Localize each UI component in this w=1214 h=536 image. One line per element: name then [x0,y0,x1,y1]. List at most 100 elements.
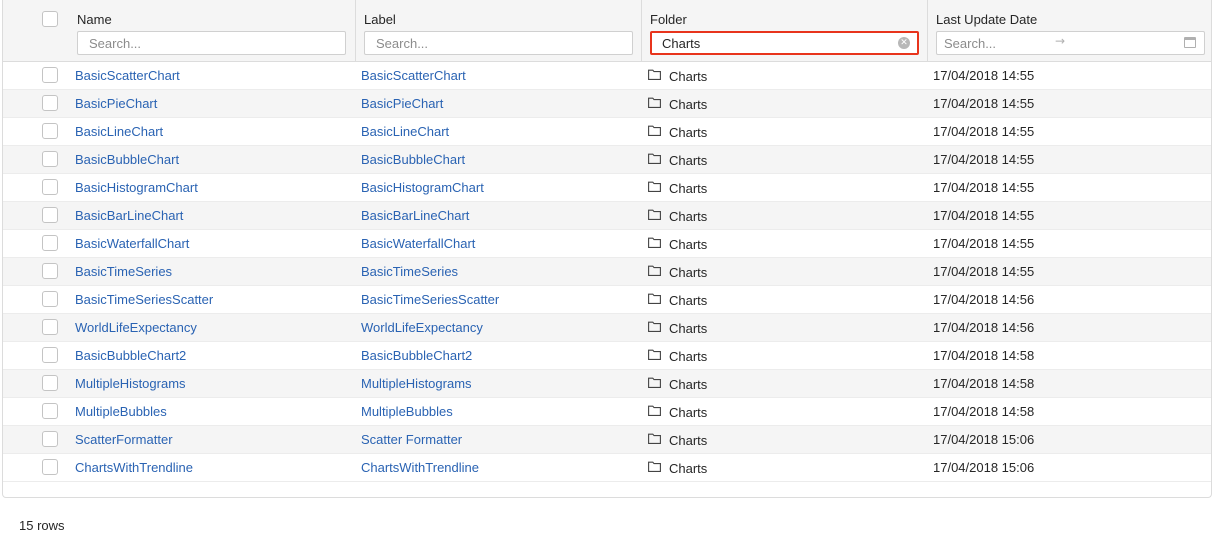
calendar-icon [1184,37,1196,48]
row-checkbox[interactable] [42,95,58,111]
select-all-column [3,0,61,62]
table-row[interactable]: BasicScatterChart BasicScatterChart Charts… [3,62,1211,90]
row-last-update: 17/04/2018 14:58 [933,348,1035,363]
table-row[interactable]: BasicTimeSeries BasicTimeSeries Charts 17/0… [3,258,1211,286]
arrow-right-icon: → [1055,34,1066,48]
row-folder: Charts [669,405,708,420]
table-row[interactable]: BasicBubbleChart BasicBubbleChart Charts 17… [3,146,1211,174]
folder-search-input[interactable] [650,31,919,55]
row-checkbox[interactable] [42,263,58,279]
row-checkbox[interactable] [42,123,58,139]
folder-icon [648,209,661,220]
row-label-link[interactable]: BasicBarLineChart [361,208,469,223]
row-name-link[interactable]: BasicWaterfallChart [75,236,189,251]
row-label-link[interactable]: BasicTimeSeries [361,264,458,279]
table-row[interactable]: WorldLifeExpectancy WorldLifeExpectancy Ch… [3,314,1211,342]
row-folder: Charts [669,181,708,196]
row-name-link[interactable]: BasicScatterChart [75,68,180,83]
row-checkbox[interactable] [42,207,58,223]
row-name-link[interactable]: BasicBubbleChart [75,152,179,167]
column-label: Label [355,0,641,62]
row-label-link[interactable]: ChartsWithTrendline [361,460,479,475]
row-last-update: 17/04/2018 14:55 [933,96,1035,111]
row-label-link[interactable]: BasicLineChart [361,124,449,139]
date-range-picker[interactable]: Search... → [936,31,1205,55]
folder-icon [648,349,661,360]
row-label-link[interactable]: BasicPieChart [361,96,443,111]
table-row[interactable]: BasicLineChart BasicLineChart Charts 17/04/… [3,118,1211,146]
select-all-checkbox[interactable] [42,11,58,27]
row-label-link[interactable]: BasicBubbleChart2 [361,348,472,363]
row-last-update: 17/04/2018 14:55 [933,68,1035,83]
table-header: Name Label Folder ✕ Last Update Date Sea… [3,0,1211,62]
folder-icon [648,461,661,472]
row-checkbox[interactable] [42,459,58,475]
row-checkbox[interactable] [42,179,58,195]
row-label-link[interactable]: MultipleBubbles [361,404,453,419]
row-checkbox[interactable] [42,375,58,391]
row-last-update: 17/04/2018 15:06 [933,432,1035,447]
folder-icon [648,125,661,136]
table-row[interactable]: BasicPieChart BasicPieChart Charts 17/04/20… [3,90,1211,118]
row-name-link[interactable]: BasicBarLineChart [75,208,183,223]
label-search-input[interactable] [364,31,633,55]
row-folder: Charts [669,265,708,280]
folder-icon [648,433,661,444]
row-checkbox[interactable] [42,403,58,419]
row-last-update: 17/04/2018 14:55 [933,264,1035,279]
table-row[interactable]: BasicHistogramChart BasicHistogramChart Ch… [3,174,1211,202]
table-row[interactable]: BasicBarLineChart BasicBarLineChart Charts… [3,202,1211,230]
table-row[interactable]: BasicBubbleChart2 BasicBubbleChart2 Charts… [3,342,1211,370]
row-name-link[interactable]: ScatterFormatter [75,432,173,447]
row-checkbox[interactable] [42,347,58,363]
row-checkbox[interactable] [42,291,58,307]
row-label-link[interactable]: WorldLifeExpectancy [361,320,483,335]
row-count: 15 rows [19,518,65,533]
table-row[interactable]: MultipleBubbles MultipleBubbles Charts 17/0… [3,398,1211,426]
folder-icon [648,153,661,164]
table-row[interactable]: MultipleHistograms MultipleHistograms Char… [3,370,1211,398]
table-row[interactable]: ChartsWithTrendline ChartsWithTrendline Ch… [3,454,1211,482]
row-label-link[interactable]: MultipleHistograms [361,376,472,391]
column-date: Last Update Date Search... → [927,0,1211,62]
row-label-link[interactable]: Scatter Formatter [361,432,462,447]
column-title-label: Label [364,12,396,27]
row-folder: Charts [669,293,708,308]
row-name-link[interactable]: BasicBubbleChart2 [75,348,186,363]
row-name-link[interactable]: BasicPieChart [75,96,157,111]
folder-icon [648,69,661,80]
row-folder: Charts [669,153,708,168]
row-name-link[interactable]: ChartsWithTrendline [75,460,193,475]
folder-icon [648,265,661,276]
date-search-placeholder: Search... [944,36,997,51]
row-folder: Charts [669,125,708,140]
row-name-link[interactable]: MultipleBubbles [75,404,167,419]
row-checkbox[interactable] [42,431,58,447]
name-search-input[interactable] [77,31,346,55]
row-folder: Charts [669,433,708,448]
row-label-link[interactable]: BasicBubbleChart [361,152,465,167]
row-name-link[interactable]: BasicTimeSeries [75,264,172,279]
table-row[interactable]: ScatterFormatter Scatter Formatter Charts 1… [3,426,1211,454]
row-label-link[interactable]: BasicTimeSeriesScatter [361,292,499,307]
row-name-link[interactable]: BasicTimeSeriesScatter [75,292,213,307]
row-label-link[interactable]: BasicScatterChart [361,68,466,83]
row-folder: Charts [669,237,708,252]
clear-circle-icon[interactable]: ✕ [898,37,910,49]
row-checkbox[interactable] [42,151,58,167]
row-label-link[interactable]: BasicHistogramChart [361,180,484,195]
row-last-update: 17/04/2018 14:55 [933,180,1035,195]
row-name-link[interactable]: MultipleHistograms [75,376,186,391]
row-name-link[interactable]: WorldLifeExpectancy [75,320,197,335]
table-row[interactable]: BasicTimeSeriesScatter BasicTimeSeriesSca… [3,286,1211,314]
row-checkbox[interactable] [42,319,58,335]
row-name-link[interactable]: BasicLineChart [75,124,163,139]
folder-icon [648,97,661,108]
row-label-link[interactable]: BasicWaterfallChart [361,236,475,251]
table-row[interactable]: BasicWaterfallChart BasicWaterfallChart Ch… [3,230,1211,258]
column-title-name: Name [77,12,112,27]
row-checkbox[interactable] [42,235,58,251]
row-checkbox[interactable] [42,67,58,83]
row-last-update: 17/04/2018 15:06 [933,460,1035,475]
row-name-link[interactable]: BasicHistogramChart [75,180,198,195]
